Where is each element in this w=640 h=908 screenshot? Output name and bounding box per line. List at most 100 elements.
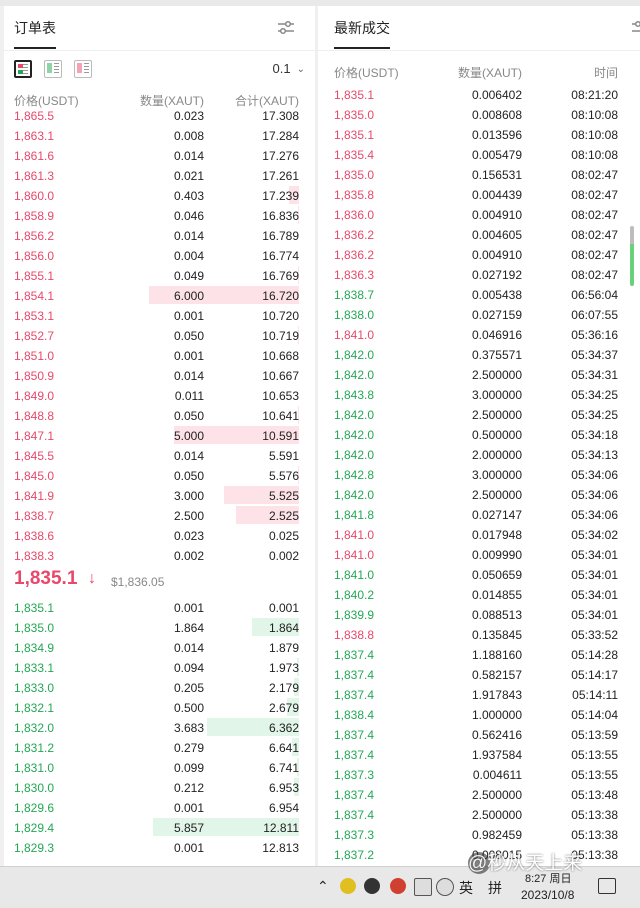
view-both-icon[interactable] [14, 60, 32, 78]
clock-date[interactable]: 2023/10/8 [521, 888, 574, 902]
trade-amount: 0.562416 [471, 728, 522, 742]
trade-amount: 0.982459 [471, 828, 522, 842]
trade-price: 1,840.2 [334, 588, 375, 602]
bid-row[interactable]: 1,835.0 1.864 1.864 [4, 618, 315, 638]
ask-row[interactable]: 1,849.0 0.011 10.653 [4, 386, 315, 406]
trade-time: 05:13:38 [571, 828, 618, 842]
ask-row[interactable]: 1,865.5 0.023 17.308 [4, 106, 315, 126]
settings-sliders-icon[interactable] [632, 19, 640, 37]
trade-time: 05:14:28 [571, 648, 618, 662]
ask-row[interactable]: 1,854.1 6.000 16.720 [4, 286, 315, 306]
trade-price: 1,839.9 [334, 608, 375, 622]
bid-row[interactable]: 1,833.1 0.094 1.973 [4, 658, 315, 678]
ask-row[interactable]: 1,841.9 3.000 5.525 [4, 486, 315, 506]
notification-icon[interactable] [598, 878, 616, 894]
network-icon[interactable] [414, 878, 432, 896]
trade-time: 08:02:47 [571, 268, 618, 282]
trade-row: 1,838.0 0.027159 06:07:55 [318, 305, 640, 325]
ask-row[interactable]: 1,851.0 0.001 10.668 [4, 346, 315, 366]
ask-row[interactable]: 1,847.1 5.000 10.591 [4, 426, 315, 446]
row-amount: 0.001 [173, 601, 204, 615]
tab-order-book[interactable]: 订单表 [14, 18, 56, 38]
ask-row[interactable]: 1,861.6 0.014 17.276 [4, 146, 315, 166]
trade-amount: 0.004611 [472, 768, 522, 782]
ask-row[interactable]: 1,850.9 0.014 10.667 [4, 366, 315, 386]
scrollbar-thumb[interactable] [630, 226, 634, 286]
ask-row[interactable]: 1,848.8 0.050 10.641 [4, 406, 315, 426]
view-asks-only-icon[interactable] [74, 60, 92, 78]
ask-row[interactable]: 1,838.7 2.500 2.525 [4, 506, 315, 526]
row-price: 1,830.0 [14, 781, 55, 795]
trade-time: 05:34:06 [571, 468, 618, 482]
trade-price: 1,837.2 [334, 848, 375, 862]
trade-time: 05:34:01 [571, 608, 618, 622]
trade-row: 1,841.0 0.009990 05:34:01 [318, 545, 640, 565]
bid-row[interactable]: 1,829.4 5.857 12.811 [4, 818, 315, 838]
view-bids-only-icon[interactable] [44, 60, 62, 78]
trade-price: 1,841.0 [334, 328, 375, 342]
ask-row[interactable]: 1,855.1 0.049 16.769 [4, 266, 315, 286]
ask-row[interactable]: 1,858.9 0.046 16.836 [4, 206, 315, 226]
ask-row[interactable]: 1,853.1 0.001 10.720 [4, 306, 315, 326]
row-amount: 0.212 [173, 781, 204, 795]
row-price: 1,860.0 [14, 189, 55, 203]
volume-icon[interactable] [436, 878, 454, 896]
trade-row: 1,836.2 0.004910 08:02:47 [318, 245, 640, 265]
ask-row[interactable]: 1,838.6 0.023 0.025 [4, 526, 315, 546]
trade-row: 1,838.4 1.000000 05:14:04 [318, 705, 640, 725]
ask-row[interactable]: 1,863.1 0.008 17.284 [4, 126, 315, 146]
qq-icon[interactable] [364, 878, 380, 894]
precision-dropdown[interactable]: 0.1 ⌄ [273, 61, 305, 76]
order-book-header: 订单表 [4, 6, 315, 51]
row-total: 2.179 [268, 681, 299, 695]
tab-latest-trades[interactable]: 最新成交 [334, 18, 390, 38]
trade-price: 1,842.8 [334, 468, 375, 482]
ask-row[interactable]: 1,856.2 0.014 16.789 [4, 226, 315, 246]
row-amount: 3.683 [173, 721, 204, 735]
bid-row[interactable]: 1,831.0 0.099 6.741 [4, 758, 315, 778]
settings-sliders-icon[interactable] [277, 19, 295, 37]
bid-row[interactable]: 1,829.3 0.001 12.813 [4, 838, 315, 858]
row-price: 1,861.6 [14, 149, 55, 163]
trade-row: 1,841.8 0.027147 05:34:06 [318, 505, 640, 525]
tray-expand-icon[interactable]: ⌃ [317, 878, 329, 895]
trade-row: 1,835.1 0.006402 08:21:20 [318, 85, 640, 105]
trade-row: 1,837.4 2.500000 05:13:38 [318, 805, 640, 825]
bid-row[interactable]: 1,829.6 0.001 6.954 [4, 798, 315, 818]
trades-col-time: 时间 [593, 66, 618, 80]
trade-price: 1,836.3 [334, 268, 375, 282]
ask-row[interactable]: 1,856.0 0.004 16.774 [4, 246, 315, 266]
row-amount: 0.014 [173, 641, 204, 655]
row-amount: 0.001 [173, 801, 204, 815]
ask-row[interactable]: 1,845.0 0.050 5.576 [4, 466, 315, 486]
bid-row[interactable]: 1,833.0 0.205 2.179 [4, 678, 315, 698]
row-amount: 5.000 [173, 429, 204, 443]
bid-row[interactable]: 1,831.2 0.279 6.641 [4, 738, 315, 758]
row-price: 1,829.6 [14, 801, 55, 815]
ime-language-indicator[interactable]: 英 [459, 878, 473, 898]
row-amount: 0.014 [173, 449, 204, 463]
row-amount: 0.014 [173, 149, 204, 163]
ask-row[interactable]: 1,845.5 0.014 5.591 [4, 446, 315, 466]
trade-price: 1,841.8 [334, 508, 375, 522]
bid-row[interactable]: 1,832.0 3.683 6.362 [4, 718, 315, 738]
trade-time: 08:02:47 [571, 208, 618, 222]
row-price: 1,833.1 [14, 661, 55, 675]
row-amount: 0.001 [173, 841, 204, 855]
ask-row[interactable]: 1,860.0 0.403 17.239 [4, 186, 315, 206]
bid-row[interactable]: 1,835.1 0.001 0.001 [4, 598, 315, 618]
ask-row[interactable]: 1,852.7 0.050 10.719 [4, 326, 315, 346]
ask-row[interactable]: 1,838.3 0.002 0.002 [4, 546, 315, 566]
row-amount: 0.049 [173, 269, 204, 283]
ask-row[interactable]: 1,861.3 0.021 17.261 [4, 166, 315, 186]
bid-row[interactable]: 1,834.9 0.014 1.879 [4, 638, 315, 658]
bid-row[interactable]: 1,830.0 0.212 6.953 [4, 778, 315, 798]
bid-row[interactable]: 1,832.1 0.500 2.679 [4, 698, 315, 718]
tray-app-icon[interactable] [340, 878, 356, 894]
ime-mode-indicator[interactable]: 拼 [488, 878, 502, 898]
trades-scrollbar[interactable] [630, 226, 634, 286]
trade-row: 1,836.3 0.027192 08:02:47 [318, 265, 640, 285]
row-price: 1,845.5 [14, 449, 55, 463]
trade-time: 05:34:31 [571, 368, 618, 382]
qq-alert-icon[interactable] [390, 878, 406, 894]
